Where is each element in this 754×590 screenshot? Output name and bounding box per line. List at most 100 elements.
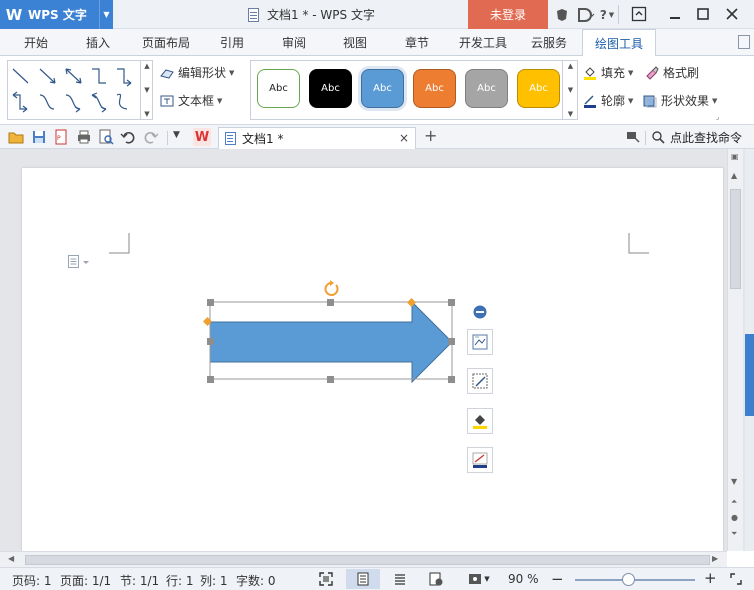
- resize-handle-sw[interactable]: [207, 376, 214, 383]
- next-page-icon[interactable]: ⏷: [731, 529, 737, 539]
- tab-page-layout[interactable]: 页面布局: [136, 29, 196, 56]
- eye-protect-button[interactable]: ▼: [464, 571, 494, 587]
- zoom-slider-thumb[interactable]: [622, 573, 636, 586]
- right-arrow-shape[interactable]: [207, 299, 467, 404]
- web-view-button[interactable]: [426, 571, 446, 587]
- fill-button[interactable]: 填充 ▼: [583, 64, 633, 81]
- edit-shape-button[interactable]: 编辑形状 ▼: [160, 64, 234, 81]
- zoom-level[interactable]: 90 %: [508, 572, 539, 586]
- chevron-up-icon[interactable]: ▲: [568, 62, 573, 70]
- shape-style-blue[interactable]: Abc: [361, 69, 404, 108]
- tab-insert[interactable]: 插入: [74, 29, 122, 56]
- shape-effects-button[interactable]: 形状效果 ▼: [643, 92, 717, 109]
- page-view-button[interactable]: [346, 569, 380, 589]
- shape-style-black[interactable]: Abc: [309, 69, 352, 108]
- tab-view[interactable]: 视图: [331, 29, 379, 56]
- tab-chapter[interactable]: 章节: [393, 29, 441, 56]
- select-browse-object-icon[interactable]: ●: [731, 513, 738, 522]
- horizontal-scrollbar[interactable]: ◀ ▶: [0, 551, 727, 567]
- tab-home[interactable]: 开始: [12, 29, 60, 56]
- status-word-count[interactable]: 字数: 0: [236, 572, 276, 589]
- tab-cloud[interactable]: 云服务: [524, 29, 574, 56]
- status-page-number[interactable]: 页码: 1: [12, 572, 52, 589]
- vertical-scroll-thumb[interactable]: [730, 189, 741, 289]
- restore-tabs-button[interactable]: [625, 2, 653, 26]
- tab-references[interactable]: 引用: [208, 29, 256, 56]
- format-painter-button[interactable]: 格式刷: [645, 64, 699, 81]
- close-window-button[interactable]: [718, 2, 746, 26]
- close-tab-icon[interactable]: ×: [399, 131, 409, 145]
- shape-line-button[interactable]: [467, 447, 493, 473]
- adjust-handle-shaft[interactable]: [203, 317, 212, 326]
- scroll-left-icon[interactable]: ◀: [8, 554, 14, 563]
- login-button[interactable]: 未登录: [468, 0, 548, 29]
- tab-review[interactable]: 审阅: [270, 29, 318, 56]
- outline-button[interactable]: 轮廓 ▼: [583, 92, 633, 109]
- shape-style-orange[interactable]: Abc: [413, 69, 456, 108]
- undo-icon[interactable]: [120, 129, 136, 145]
- tab-drawing-tools[interactable]: 绘图工具: [582, 29, 656, 57]
- layout-options-button[interactable]: [467, 329, 493, 355]
- document-canvas[interactable]: [0, 149, 745, 551]
- resize-handle-n[interactable]: [327, 299, 334, 306]
- resize-handle-w[interactable]: [207, 338, 214, 345]
- chevron-down-icon[interactable]: ▼: [99, 0, 113, 29]
- resize-handle-nw[interactable]: [207, 299, 214, 306]
- shape-fill-button[interactable]: [467, 408, 493, 434]
- open-folder-icon[interactable]: [8, 129, 24, 145]
- collapse-ribbon-icon[interactable]: [738, 35, 750, 49]
- resize-handle-se[interactable]: [448, 376, 455, 383]
- dialog-launcher-icon[interactable]: ⌟: [716, 113, 719, 121]
- zoom-in-icon[interactable]: +: [704, 569, 717, 587]
- chevron-up-icon[interactable]: ▲: [144, 62, 149, 70]
- chevron-down-icon[interactable]: ▼: [144, 86, 149, 94]
- expand-gallery-icon[interactable]: ▼: [144, 110, 149, 118]
- print-preview-icon[interactable]: [98, 129, 114, 145]
- status-bar-menu-button[interactable]: [724, 571, 748, 587]
- scroll-right-icon[interactable]: ▶: [712, 554, 718, 563]
- paragraph-layout-icon[interactable]: [68, 255, 94, 269]
- skin-icon[interactable]: [554, 6, 570, 23]
- print-icon[interactable]: [76, 129, 92, 145]
- rotate-handle-icon[interactable]: [322, 279, 342, 299]
- full-screen-view-button[interactable]: [316, 571, 336, 587]
- chevron-down-icon[interactable]: ▼: [568, 86, 573, 94]
- scroll-down-icon[interactable]: ▼: [731, 477, 737, 486]
- resize-handle-ne[interactable]: [448, 299, 455, 306]
- shape-style-outline-green[interactable]: Abc: [257, 69, 300, 108]
- tab-developer[interactable]: 开发工具: [452, 29, 514, 56]
- horizontal-scroll-thumb[interactable]: [25, 555, 710, 565]
- vertical-scrollbar[interactable]: ▣ ▲ ▼ ⏶ ● ⏷: [727, 149, 743, 551]
- text-box-button[interactable]: 文本框 ▼: [160, 92, 222, 109]
- find-command-box[interactable]: 点此查找命令: [652, 129, 742, 146]
- side-panel-toggle[interactable]: [745, 334, 754, 416]
- wps-home-icon[interactable]: W: [193, 128, 211, 146]
- feedback-icon[interactable]: [576, 6, 596, 23]
- redo-icon[interactable]: [143, 129, 159, 145]
- shape-outline-style-button[interactable]: [467, 368, 493, 394]
- style-gallery-scroll[interactable]: ▲ ▼ ▼: [562, 60, 578, 120]
- outline-view-button[interactable]: [390, 571, 410, 587]
- export-pdf-icon[interactable]: P: [53, 129, 69, 145]
- connector-gallery-scroll[interactable]: ▲ ▼ ▼: [140, 60, 153, 120]
- resize-handle-s[interactable]: [327, 376, 334, 383]
- document-page[interactable]: [22, 168, 723, 551]
- shape-style-gray[interactable]: Abc: [465, 69, 508, 108]
- resize-handle-e[interactable]: [448, 338, 455, 345]
- adjust-handle-head[interactable]: [407, 298, 416, 307]
- customize-toolbar-icon[interactable]: ▼: [173, 130, 180, 140]
- shape-style-gold[interactable]: Abc: [517, 69, 560, 108]
- zoom-out-icon[interactable]: −: [551, 570, 564, 588]
- document-tab[interactable]: 文档1 * ×: [218, 127, 416, 149]
- maximize-button[interactable]: [689, 2, 717, 26]
- app-menu-button[interactable]: W WPS 文字 ▼: [0, 0, 113, 29]
- new-tab-icon[interactable]: +: [424, 128, 437, 144]
- expand-gallery-icon[interactable]: ▼: [568, 110, 573, 118]
- task-pane-icon[interactable]: [626, 131, 640, 143]
- minimize-button[interactable]: [661, 2, 689, 26]
- save-icon[interactable]: [31, 129, 47, 145]
- help-button[interactable]: ? ▼: [598, 6, 616, 23]
- scroll-up-icon[interactable]: ▲: [731, 171, 737, 180]
- collapse-float-toolbar-icon[interactable]: [473, 305, 487, 319]
- previous-page-icon[interactable]: ⏶: [731, 497, 737, 507]
